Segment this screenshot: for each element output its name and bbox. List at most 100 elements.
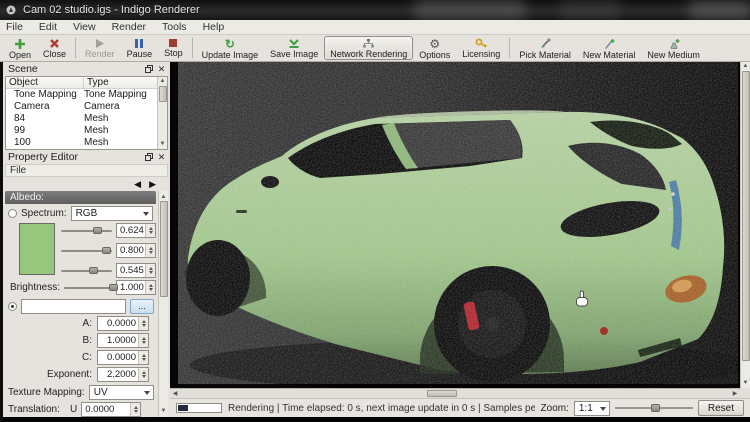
scroll-right-icon[interactable]: ▶ (730, 390, 740, 397)
network-rendering-button[interactable]: Network Rendering (324, 36, 414, 60)
translation-u-spinbox[interactable]: 0.0000 (81, 402, 142, 417)
scroll-down-icon[interactable]: ▼ (160, 140, 166, 149)
green-value-spinbox[interactable]: 0.800 (116, 243, 156, 258)
nav-forward-icon[interactable]: ▶ (149, 179, 156, 190)
scene-scrollbar[interactable]: ▲ ▼ (157, 77, 167, 149)
scene-list[interactable]: Object Type Tone Mapping Tone Mapping Cam… (5, 76, 168, 150)
scroll-left-icon[interactable]: ◀ (170, 390, 180, 397)
nav-back-icon[interactable]: ◀ (134, 179, 141, 190)
close-panel-icon[interactable]: ✕ (156, 152, 167, 163)
open-button[interactable]: Open (3, 36, 37, 60)
spinner-arrows-icon[interactable] (145, 264, 155, 277)
scroll-down-icon[interactable]: ▼ (161, 407, 167, 417)
stop-button[interactable]: Stop (158, 36, 189, 60)
reset-button[interactable]: Reset (697, 400, 744, 416)
column-type[interactable]: Type (84, 77, 157, 88)
gamma-b-row: B: 1.0000 (5, 333, 156, 348)
zoom-slider[interactable] (614, 402, 693, 414)
scene-row[interactable]: 84 Mesh (6, 113, 157, 125)
texture-radio[interactable] (8, 301, 17, 311)
property-menu-file[interactable]: File (10, 165, 26, 176)
scrollbar-thumb[interactable] (426, 390, 457, 397)
scroll-down-icon[interactable]: ▼ (743, 379, 749, 388)
scroll-up-icon[interactable]: ▲ (161, 191, 167, 201)
spinner-arrows-icon[interactable] (138, 317, 148, 330)
spinner-arrows-icon[interactable] (138, 334, 148, 347)
scroll-up-icon[interactable]: ▲ (160, 77, 166, 86)
spectrum-dropdown[interactable]: RGB (70, 206, 153, 221)
zoom-controls: Zoom: 1:1 Reset (541, 400, 744, 416)
menu-edit[interactable]: Edit (39, 21, 57, 33)
update-image-button[interactable]: ↻ Update Image (196, 36, 265, 60)
menu-file[interactable]: File (6, 21, 23, 33)
property-editor-header: Property Editor ✕ (3, 150, 170, 164)
slider-thumb[interactable] (88, 267, 98, 274)
licensing-button[interactable]: Licensing (456, 36, 506, 60)
menu-tools[interactable]: Tools (162, 21, 187, 33)
spinner-arrows-icon[interactable] (138, 368, 148, 381)
property-scrollbar[interactable]: ▲ ▼ (158, 191, 168, 417)
scrollbar-thumb[interactable] (741, 71, 750, 361)
spinner-arrows-icon[interactable] (130, 403, 141, 416)
render-image-car (178, 62, 740, 388)
spinner-arrows-icon[interactable] (145, 224, 155, 237)
albedo-section-header[interactable]: Albedo: (5, 191, 156, 204)
zoom-dropdown[interactable]: 1:1 (573, 400, 610, 416)
slider-thumb[interactable] (650, 404, 660, 412)
scene-row[interactable]: Camera Camera (6, 101, 157, 113)
slider-thumb[interactable] (101, 247, 111, 254)
render-horizontal-scrollbar[interactable]: ◀ ▶ (170, 388, 740, 398)
red-slider[interactable] (61, 224, 112, 237)
spinner-arrows-icon[interactable] (145, 280, 155, 294)
scene-column-headers[interactable]: Object Type (6, 77, 157, 89)
slider-thumb[interactable] (92, 227, 102, 234)
a-spinbox[interactable]: 0.0000 (97, 316, 149, 331)
scene-row[interactable]: Tone Mapping Tone Mapping (6, 89, 157, 101)
brightness-slider[interactable] (64, 281, 119, 294)
scroll-up-icon[interactable]: ▲ (743, 62, 749, 71)
spinner-arrows-icon[interactable] (138, 351, 148, 364)
video-artifact (415, 0, 525, 20)
spectrum-radio[interactable] (8, 209, 17, 218)
texture-mapping-dropdown[interactable]: UV (88, 385, 154, 400)
render-vertical-scrollbar[interactable]: ▲ ▼ (740, 62, 750, 388)
scene-row[interactable]: 99 Mesh (6, 125, 157, 137)
red-value-spinbox[interactable]: 0.624 (116, 223, 156, 238)
save-image-button[interactable]: Save Image (264, 36, 324, 60)
pick-material-button[interactable]: Pick Material (513, 36, 577, 60)
options-button[interactable]: ⚙ Options (413, 36, 456, 60)
pause-button[interactable]: Pause (121, 36, 159, 60)
new-material-button[interactable]: New Material (577, 36, 642, 60)
texture-path-input[interactable] (21, 298, 126, 314)
column-object[interactable]: Object (6, 77, 84, 88)
blue-value-spinbox[interactable]: 0.545 (116, 263, 156, 278)
render-progress-bar (176, 403, 222, 413)
render-button[interactable]: Render (79, 36, 121, 60)
new-medium-button[interactable]: New Medium (641, 36, 706, 60)
spinner-arrows-icon[interactable] (145, 244, 155, 257)
window-left-edge (0, 62, 3, 422)
blue-slider[interactable] (61, 264, 112, 277)
menu-view[interactable]: View (73, 21, 96, 33)
exponent-spinbox[interactable]: 2.2000 (97, 367, 149, 382)
float-panel-icon[interactable] (143, 152, 154, 163)
c-spinbox[interactable]: 0.0000 (97, 350, 149, 365)
browse-button[interactable]: ... (130, 298, 154, 314)
close-panel-icon[interactable]: ✕ (156, 64, 167, 75)
close-button[interactable]: Close (37, 36, 72, 60)
slider-thumb[interactable] (109, 283, 119, 291)
menu-render[interactable]: Render (112, 21, 146, 33)
spectrum-label: Spectrum: (21, 208, 67, 219)
float-panel-icon[interactable] (143, 64, 154, 75)
b-spinbox[interactable]: 1.0000 (97, 333, 149, 348)
brightness-spinbox[interactable]: 1.000 (116, 279, 156, 295)
render-viewport[interactable] (170, 62, 740, 388)
eyedropper-icon (539, 38, 551, 50)
scrollbar-thumb[interactable] (158, 86, 167, 102)
scene-row[interactable]: 100 Mesh (6, 137, 157, 149)
green-slider[interactable] (61, 244, 112, 257)
menu-help[interactable]: Help (203, 21, 225, 33)
scrollbar-thumb[interactable] (159, 201, 168, 297)
albedo-color-swatch[interactable] (19, 223, 55, 275)
video-bottom-bar (0, 417, 750, 422)
